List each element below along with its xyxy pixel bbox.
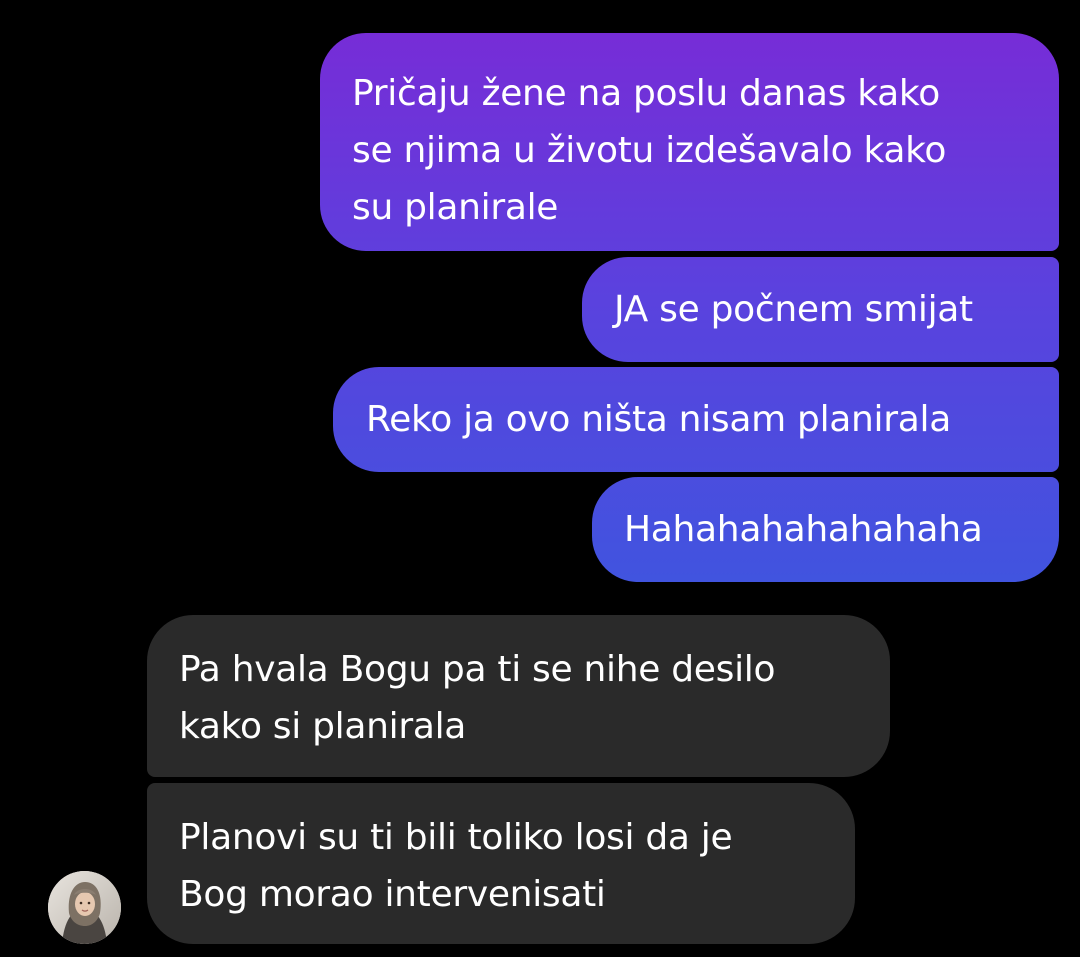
message-text-line: su planirale [352,187,559,228]
incoming-message-bubble[interactable]: Pa hvala Bogu pa ti se nihe desilo kako … [147,615,890,777]
message-text-line: se njima u životu izdešavalo kako [352,130,947,171]
incoming-message-bubble[interactable]: Planovi su ti bili toliko losi da je Bog… [147,783,855,944]
outgoing-message-bubble[interactable]: JA se počnem smijat [582,257,1059,362]
message-text-line: Pričaju žene na poslu danas kako [352,73,940,114]
outgoing-message-bubble[interactable]: Reko ja ovo ništa nisam planirala [333,367,1059,472]
outgoing-message-bubble[interactable]: Pričaju žene na poslu danas kako se njim… [320,33,1059,251]
contact-avatar[interactable] [48,871,121,944]
message-text-line: kako si planirala [179,706,467,747]
outgoing-message-bubble[interactable]: Hahahahahahahaha [592,477,1059,582]
message-text-line: Planovi su ti bili toliko losi da je [179,817,733,858]
message-text-line: Hahahahahahahaha [624,509,983,550]
message-text-line: Pa hvala Bogu pa ti se nihe desilo [179,649,776,690]
message-text-line: Reko ja ovo ništa nisam planirala [366,399,951,440]
message-text-line: Bog morao intervenisati [179,874,606,915]
message-text-line: JA se počnem smijat [614,289,973,330]
contact-avatar-photo-icon [48,871,121,944]
